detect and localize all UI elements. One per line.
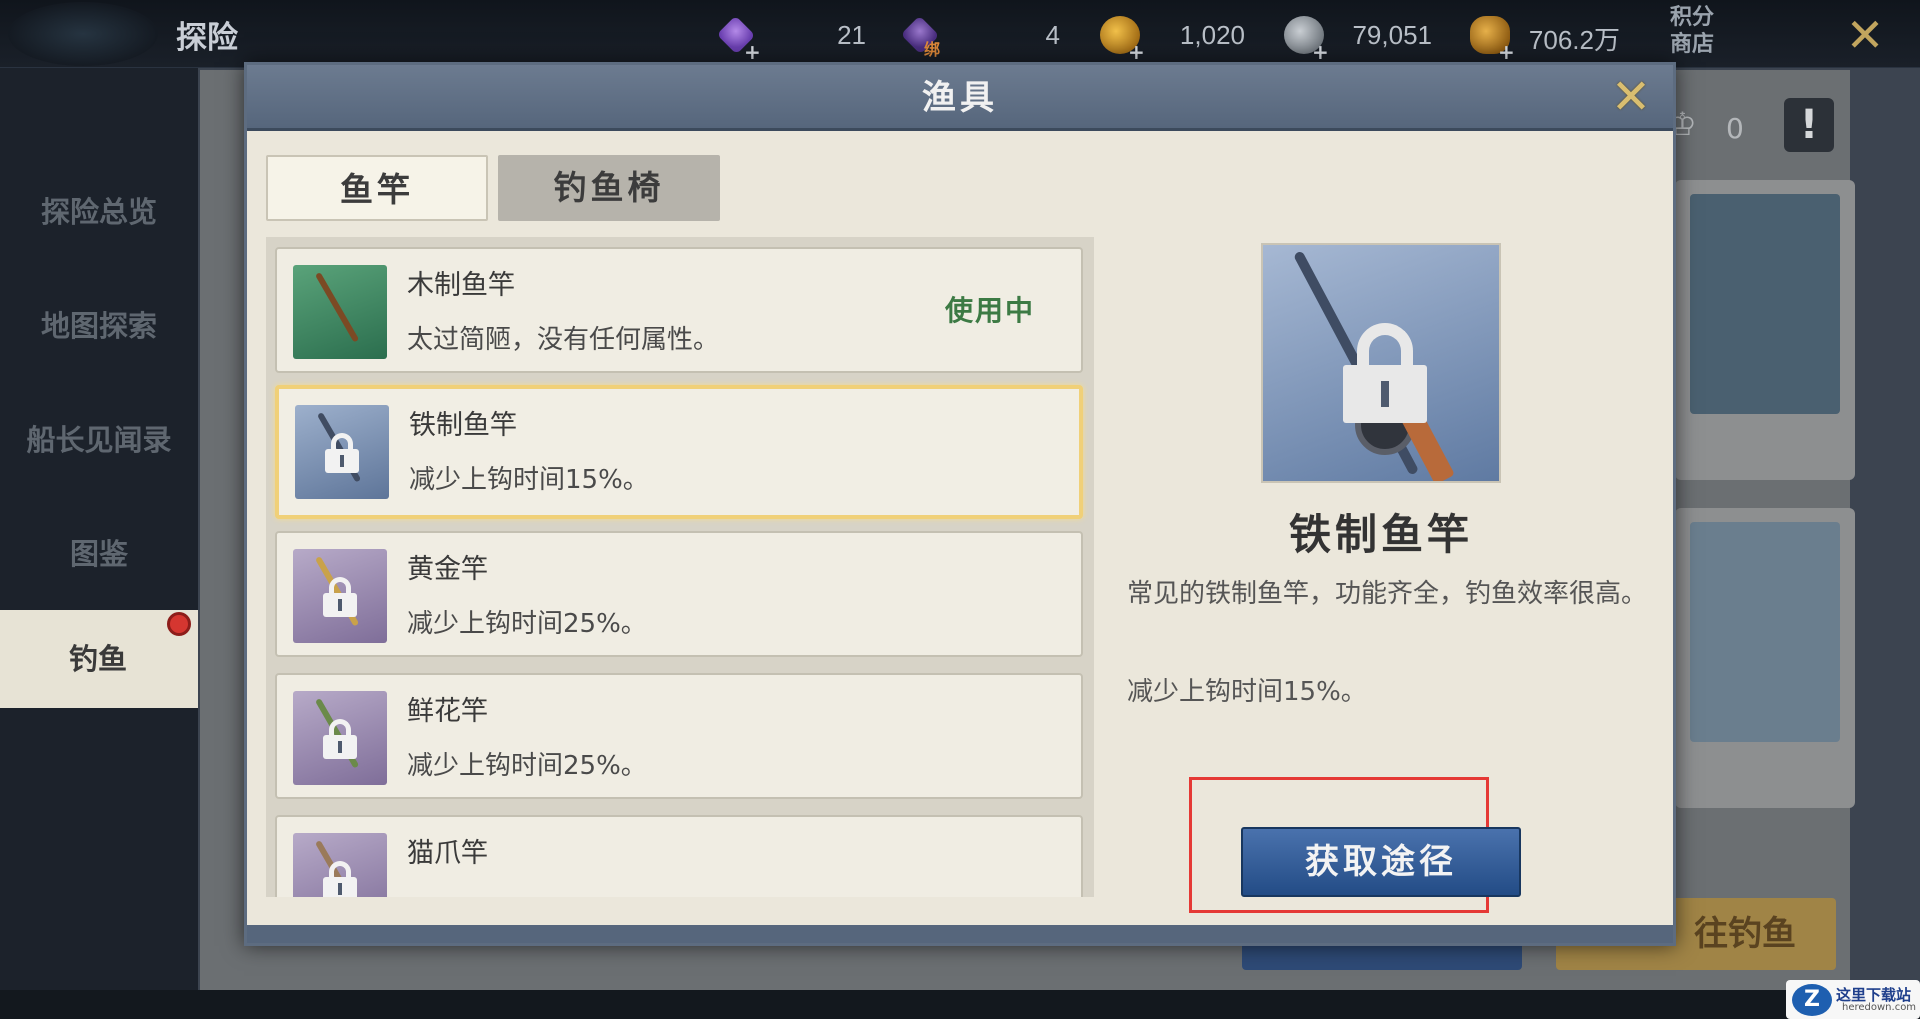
flower-rod-thumbnail	[293, 691, 387, 785]
detail-description: 常见的铁制鱼竿，功能齐全，钓鱼效率很高。	[1127, 579, 1648, 609]
close-icon[interactable]: ✕	[1607, 73, 1655, 121]
item-desc: 减少上钩时间25%。	[407, 609, 647, 639]
cat-paw-rod-thumbnail	[293, 833, 387, 897]
sidebar-item-captain-log[interactable]: 船长见闻录	[0, 394, 198, 486]
modal-footer	[247, 925, 1673, 943]
currency-value: 706.2万	[1528, 25, 1620, 55]
item-name: 黄金竿	[407, 554, 488, 585]
in-use-status: 使用中	[945, 294, 1036, 327]
sidebar-item-map[interactable]: 地图探索	[0, 280, 198, 372]
alert-icon[interactable]: !	[1784, 98, 1834, 152]
currency-silver-coin[interactable]: + 79,051	[1284, 14, 1432, 64]
item-desc: 减少上钩时间15%。	[409, 465, 649, 495]
iron-rod-thumbnail	[295, 405, 389, 499]
list-item[interactable]: 黄金竿 减少上钩时间25%。	[275, 531, 1083, 657]
list-item[interactable]: 鲜花竿 减少上钩时间25%。	[275, 673, 1083, 799]
sidebar-item-overview[interactable]: 探险总览	[0, 166, 198, 258]
currency-value: 21	[837, 20, 866, 50]
list-item-selected[interactable]: 铁制鱼竿 减少上钩时间15%。	[275, 385, 1083, 519]
notification-dot	[167, 612, 191, 636]
plus-icon[interactable]: +	[744, 40, 761, 64]
lock-icon	[1343, 323, 1427, 423]
currency-gold-coin[interactable]: + 1,020	[1100, 14, 1245, 64]
currency-coin-stack[interactable]: + 706.2万	[1470, 14, 1620, 64]
close-icon[interactable]: ✕	[1842, 12, 1888, 58]
lock-icon	[325, 433, 359, 473]
currency-value: 1,020	[1179, 20, 1245, 50]
shop-label-line2: 商店	[1669, 31, 1714, 57]
wooden-rod-thumbnail	[293, 265, 387, 359]
page-title: 探险	[176, 20, 238, 56]
list-item[interactable]: 木制鱼竿 太过简陋，没有任何属性。 使用中	[275, 247, 1083, 373]
fish-image	[1690, 522, 1840, 742]
gear-modal: 渔具 ✕ 鱼竿 钓鱼椅 木制鱼竿 太过简陋，没有任何属性。 使用中 铁制鱼竿 减…	[244, 62, 1676, 946]
bottom-strip	[0, 990, 1920, 1019]
item-name: 猫爪竿	[407, 838, 488, 869]
sidebar-item-codex[interactable]: 图鉴	[0, 508, 198, 600]
plus-icon[interactable]: +	[1312, 40, 1329, 64]
lock-icon	[323, 719, 357, 759]
site-logo-icon: Z	[1792, 984, 1832, 1016]
currency-purple-gem[interactable]: + 21	[716, 14, 866, 64]
background-fish-card[interactable]	[1675, 180, 1855, 480]
selected-rod-image	[1261, 243, 1501, 483]
item-desc: 减少上钩时间25%。	[407, 751, 647, 781]
currency-value: 4	[1045, 20, 1060, 50]
item-name: 木制鱼竿	[407, 270, 515, 301]
fish-image	[1690, 194, 1840, 414]
tab-fishing-chair[interactable]: 钓鱼椅	[498, 155, 720, 221]
item-desc: 太过简陋，没有任何属性。	[407, 325, 720, 355]
currency-value: 79,051	[1352, 20, 1432, 50]
rod-icon	[315, 272, 360, 343]
rod-list[interactable]: 木制鱼竿 太过简陋，没有任何属性。 使用中 铁制鱼竿 减少上钩时间15%。 黄金…	[266, 237, 1094, 897]
compass-emblem-icon	[8, 2, 158, 66]
detail-title: 铁制鱼竿	[1288, 510, 1473, 559]
bound-tag: 绑	[924, 40, 941, 59]
plus-icon[interactable]: +	[1128, 40, 1145, 64]
top-bar: 探险 + 21 绑 4 + 1,020 + 79,051 + 706.2万 积分…	[0, 0, 1920, 68]
tab-fishing-rod[interactable]: 鱼竿	[266, 155, 488, 221]
background-fish-card[interactable]	[1675, 508, 1855, 808]
sidebar: 探险总览 地图探索 船长见闻录 图鉴 钓鱼	[0, 68, 198, 1019]
lock-icon	[323, 861, 357, 897]
detail-effect: 减少上钩时间15%。	[1127, 677, 1367, 707]
shop-label-line1: 积分	[1669, 4, 1714, 30]
site-watermark: Z 这里下载站 heredown.com	[1786, 980, 1920, 1019]
modal-header: 渔具 ✕	[247, 65, 1673, 131]
item-name: 鲜花竿	[407, 696, 488, 727]
plus-icon[interactable]: +	[1498, 40, 1515, 64]
lock-icon	[323, 577, 357, 617]
modal-title: 渔具	[922, 78, 998, 118]
gold-rod-thumbnail	[293, 549, 387, 643]
watermark-url: heredown.com	[1842, 1002, 1917, 1013]
currency-bound-gem[interactable]: 绑 4	[900, 14, 1060, 59]
acquire-method-button[interactable]: 获取途径	[1241, 827, 1521, 897]
list-item[interactable]: 猫爪竿	[275, 815, 1083, 897]
item-name: 铁制鱼竿	[409, 410, 517, 441]
crown-count: 0	[1726, 112, 1744, 145]
points-shop-button[interactable]: 积分 商店	[1662, 4, 1722, 62]
